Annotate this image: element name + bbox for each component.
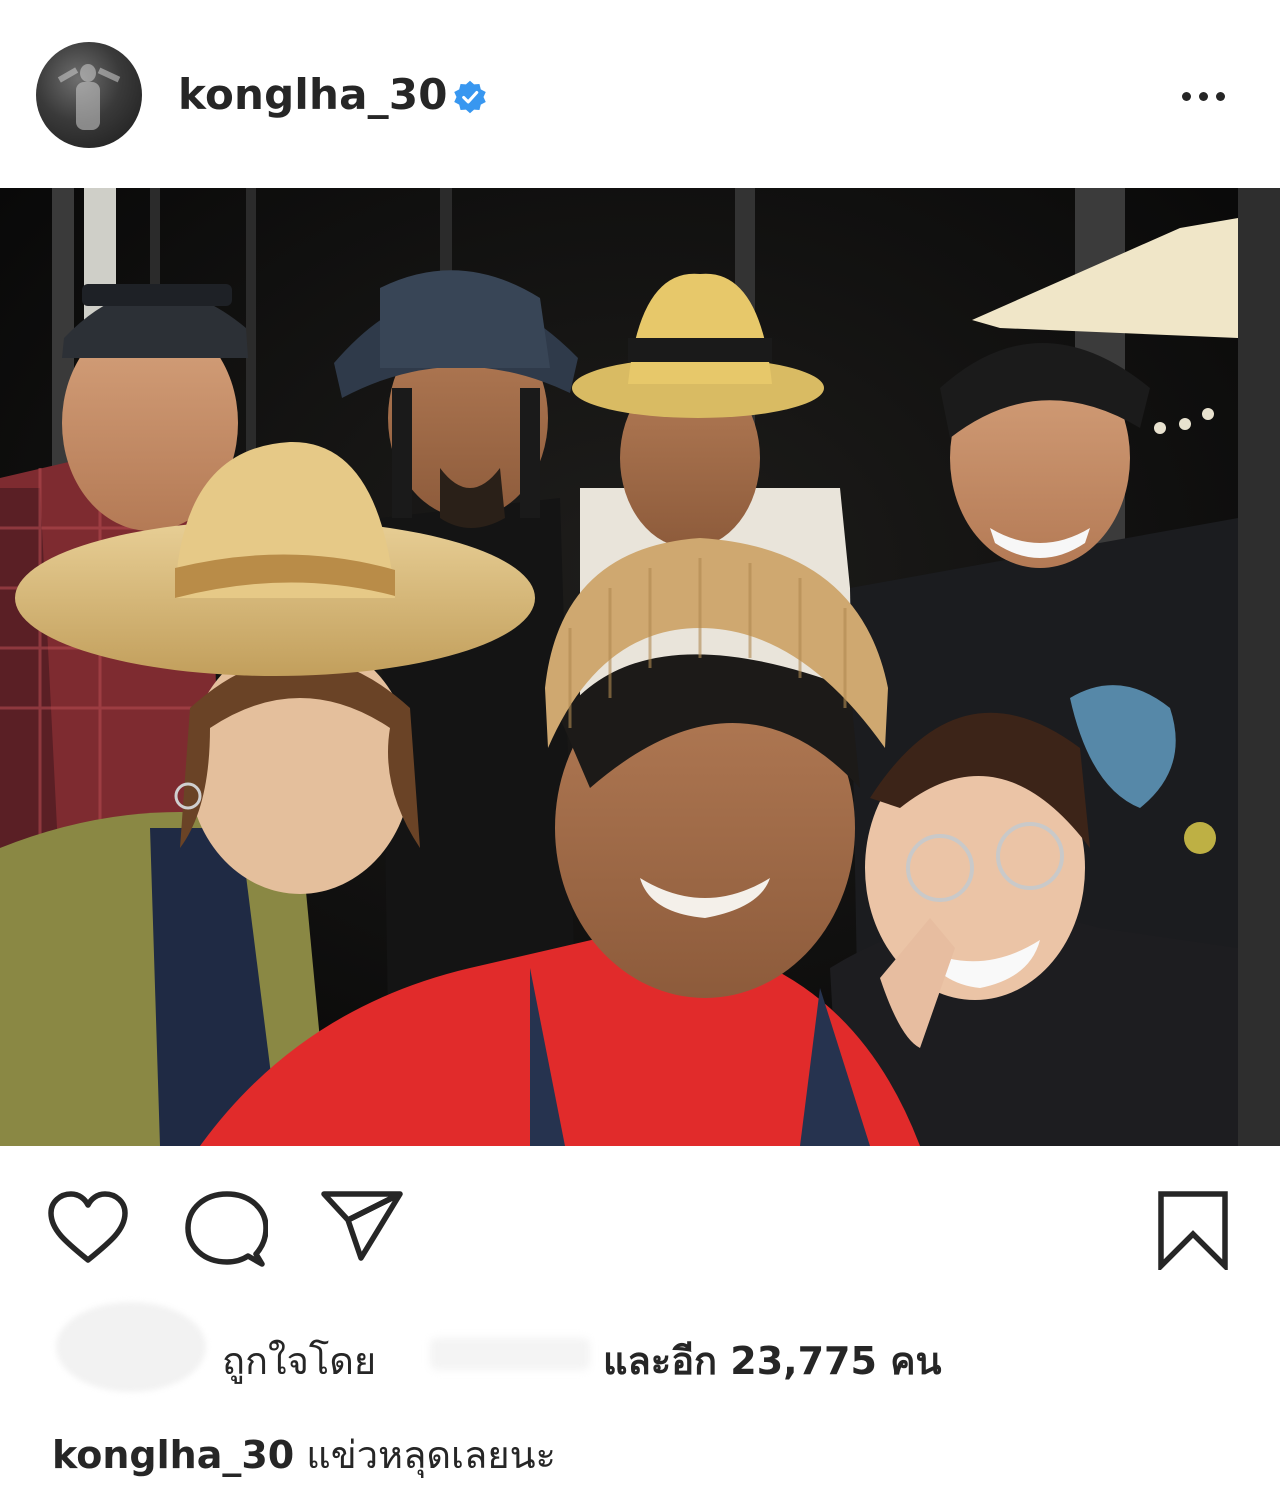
likes-count-link[interactable]: และอีก 23,775 คน bbox=[603, 1330, 942, 1391]
post-photo[interactable] bbox=[0, 188, 1280, 1146]
verified-badge-icon bbox=[454, 80, 486, 114]
group-selfie-image bbox=[0, 188, 1280, 1146]
likes-summary: ถูกใจโดย และอีก 23,775 คน bbox=[0, 1296, 1280, 1406]
post-caption: konglha_30 แข่วหลุดเลยนะ bbox=[52, 1424, 556, 1485]
more-options-icon[interactable] bbox=[1176, 76, 1232, 116]
liked-by-label: ถูกใจโดย bbox=[222, 1339, 377, 1383]
caption-username[interactable]: konglha_30 bbox=[52, 1433, 294, 1477]
liker-name-blurred bbox=[430, 1338, 590, 1370]
send-icon[interactable] bbox=[320, 1190, 404, 1262]
liker-avatar-blurred bbox=[56, 1302, 206, 1392]
profile-avatar[interactable] bbox=[36, 42, 142, 148]
post-actions-bar bbox=[0, 1146, 1280, 1296]
heart-icon[interactable] bbox=[46, 1190, 130, 1266]
comment-icon[interactable] bbox=[184, 1190, 268, 1270]
caption-text: แข่วหลุดเลยนะ bbox=[306, 1433, 556, 1477]
post-header: konglha_30 bbox=[0, 0, 1280, 188]
post-username[interactable]: konglha_30 bbox=[178, 70, 448, 119]
bookmark-icon[interactable] bbox=[1156, 1190, 1230, 1270]
